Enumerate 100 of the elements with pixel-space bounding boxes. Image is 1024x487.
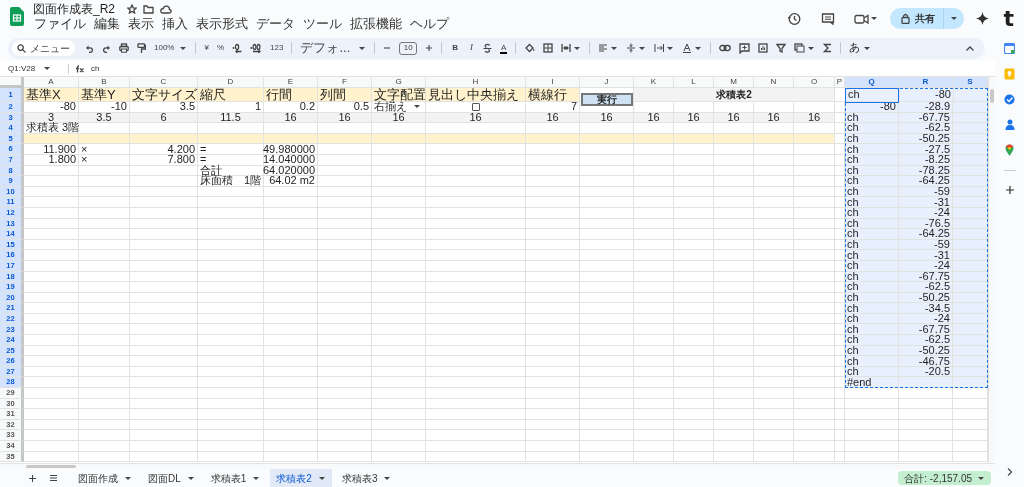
map-pin-icon[interactable] bbox=[1005, 144, 1014, 156]
menu-item[interactable]: ツール bbox=[302, 17, 343, 31]
caret-icon[interactable] bbox=[179, 44, 188, 52]
menu-item[interactable]: データ bbox=[255, 17, 296, 31]
sum-summary-button[interactable]: 合計: -2,157.05 bbox=[898, 471, 991, 485]
folder-icon[interactable] bbox=[143, 4, 154, 14]
text-wrap-button[interactable] bbox=[654, 43, 675, 53]
menu-item[interactable]: 拡張機能 bbox=[349, 17, 403, 31]
currency-button[interactable]: ¥ bbox=[204, 42, 209, 54]
number-format-button[interactable]: 123 bbox=[270, 42, 284, 54]
name-box[interactable]: Q1:V28 bbox=[8, 62, 62, 75]
strikethrough-icon[interactable] bbox=[483, 43, 493, 53]
document-title[interactable]: 図面作成表_R2 bbox=[33, 2, 115, 16]
menu-item[interactable]: 編集 bbox=[93, 17, 121, 31]
account-avatar[interactable]: t bbox=[1003, 8, 1014, 29]
merge-icon[interactable] bbox=[561, 43, 572, 53]
sheet-tab[interactable]: 図面作成 bbox=[72, 469, 138, 487]
star-icon[interactable] bbox=[127, 4, 137, 14]
increase-decimal-icon[interactable] bbox=[250, 43, 263, 53]
font-dropdown[interactable]: デフォ... bbox=[300, 41, 367, 55]
checkbox[interactable] bbox=[471, 102, 480, 111]
text-rotation-icon[interactable] bbox=[682, 43, 693, 53]
caret-icon[interactable] bbox=[383, 474, 392, 482]
column-header[interactable]: D bbox=[198, 77, 264, 88]
sheet-tab[interactable]: 求積表3 bbox=[335, 469, 398, 487]
column-header[interactable]: L bbox=[674, 77, 714, 88]
sum-icon[interactable] bbox=[823, 43, 833, 53]
caret-icon[interactable] bbox=[317, 474, 326, 482]
sparkle-icon[interactable] bbox=[976, 12, 990, 25]
tasks-icon[interactable] bbox=[1004, 94, 1015, 105]
column-header[interactable]: G bbox=[372, 77, 426, 88]
menu-item[interactable]: 挿入 bbox=[161, 17, 189, 31]
menu-item[interactable]: 表示 bbox=[127, 17, 155, 31]
filter-icon[interactable] bbox=[776, 43, 787, 53]
expand-chevron-icon[interactable] bbox=[1006, 467, 1013, 477]
person-icon[interactable] bbox=[1004, 119, 1015, 130]
column-header[interactable]: M bbox=[714, 77, 754, 88]
collapse-chevron-icon[interactable] bbox=[965, 44, 975, 52]
add-sheet-icon[interactable] bbox=[28, 473, 37, 483]
dropdown-cell[interactable]: 右揃え bbox=[372, 102, 426, 113]
caret-icon[interactable] bbox=[977, 474, 985, 482]
column-header[interactable]: H bbox=[426, 77, 526, 88]
calendar-icon[interactable] bbox=[1004, 43, 1015, 54]
filter-views-button[interactable] bbox=[794, 43, 816, 53]
caret-icon[interactable] bbox=[124, 474, 132, 482]
caret-icon[interactable] bbox=[43, 65, 52, 72]
caret-icon[interactable] bbox=[252, 474, 261, 482]
plus-icon[interactable] bbox=[425, 44, 434, 52]
text-color-button[interactable]: A bbox=[500, 42, 508, 54]
minus-icon[interactable] bbox=[383, 44, 392, 52]
zoom-dropdown[interactable]: 100% bbox=[154, 42, 188, 54]
undo-icon[interactable] bbox=[85, 43, 94, 53]
search-menu-field[interactable]: メニュー bbox=[12, 40, 75, 56]
print-icon[interactable] bbox=[119, 43, 129, 53]
share-button[interactable]: 共有 bbox=[890, 8, 965, 29]
decrease-decimal-icon[interactable] bbox=[232, 43, 243, 53]
percent-button[interactable]: % bbox=[216, 42, 225, 54]
caret-icon[interactable] bbox=[870, 15, 879, 22]
video-camera-icon[interactable] bbox=[854, 12, 870, 25]
sheet-tab[interactable]: 図面DL bbox=[142, 469, 201, 487]
column-header[interactable]: N bbox=[754, 77, 794, 88]
caret-icon[interactable] bbox=[694, 44, 703, 52]
text-rotation-button[interactable] bbox=[682, 43, 703, 53]
link-icon[interactable] bbox=[719, 44, 732, 52]
caret-icon[interactable] bbox=[950, 15, 959, 22]
column-header[interactable]: R bbox=[899, 77, 953, 88]
lock-icon[interactable] bbox=[901, 13, 911, 24]
italic-button[interactable]: I bbox=[468, 41, 476, 55]
menu-item[interactable]: 表示形式 bbox=[195, 17, 249, 31]
history-icon[interactable] bbox=[787, 11, 802, 26]
column-header[interactable]: S bbox=[953, 77, 988, 88]
sheet-tab[interactable]: 求積表1 bbox=[204, 469, 267, 487]
filter-views-icon[interactable] bbox=[794, 43, 806, 53]
vertical-align-icon[interactable] bbox=[626, 43, 637, 53]
caret-icon[interactable] bbox=[666, 44, 675, 52]
column-header[interactable]: C bbox=[130, 77, 198, 88]
column-header[interactable]: B bbox=[79, 77, 130, 88]
paint-format-icon[interactable] bbox=[137, 42, 146, 54]
column-header[interactable]: A bbox=[24, 77, 79, 88]
caret-icon[interactable] bbox=[610, 44, 619, 52]
input-tools-button[interactable]: あ bbox=[849, 39, 872, 57]
borders-icon[interactable] bbox=[543, 43, 554, 53]
search-icon[interactable] bbox=[17, 43, 26, 53]
fill-color-icon[interactable] bbox=[524, 42, 536, 54]
caret-icon[interactable] bbox=[358, 44, 367, 52]
caret-icon[interactable] bbox=[638, 44, 647, 52]
video-call-button[interactable] bbox=[854, 12, 879, 25]
sheet-tab[interactable]: 求積表2 bbox=[270, 469, 332, 487]
merge-cells-button[interactable] bbox=[561, 43, 582, 53]
caret-icon[interactable] bbox=[186, 474, 195, 482]
caret-icon[interactable] bbox=[573, 44, 582, 52]
menu-item[interactable]: ヘルプ bbox=[409, 17, 450, 31]
menu-item[interactable]: ファイル bbox=[33, 17, 87, 31]
add-icon[interactable] bbox=[1004, 185, 1015, 195]
column-header[interactable]: Q bbox=[845, 77, 899, 88]
column-header[interactable]: F bbox=[318, 77, 372, 88]
column-header[interactable]: E bbox=[264, 77, 318, 88]
comment-icon[interactable] bbox=[821, 11, 836, 26]
formula-field[interactable]: ch bbox=[91, 62, 100, 75]
chart-icon[interactable] bbox=[758, 43, 769, 53]
